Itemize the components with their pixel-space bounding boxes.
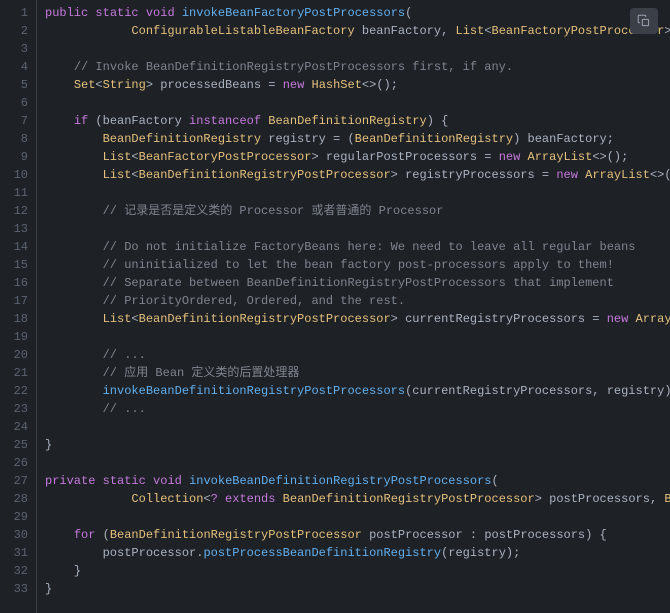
- line-number: 21: [4, 364, 28, 382]
- code-line: private static void invokeBeanDefinition…: [45, 472, 670, 490]
- code-line: // PriorityOrdered, Ordered, and the res…: [45, 292, 670, 310]
- line-number: 28: [4, 490, 28, 508]
- code-line: [45, 328, 670, 346]
- line-number: 23: [4, 400, 28, 418]
- code-line: // 记录是否是定义类的 Processor 或者普通的 Processor: [45, 202, 670, 220]
- code-line: invokeBeanDefinitionRegistryPostProcesso…: [45, 382, 670, 400]
- line-number: 25: [4, 436, 28, 454]
- line-number-gutter: 1234567891011121314151617181920212223242…: [0, 0, 36, 613]
- code-line: if (beanFactory instanceof BeanDefinitio…: [45, 112, 670, 130]
- line-number: 11: [4, 184, 28, 202]
- copy-icon: [637, 14, 651, 28]
- code-line: Collection<? extends BeanDefinitionRegis…: [45, 490, 670, 508]
- line-number: 7: [4, 112, 28, 130]
- copy-button[interactable]: [630, 8, 658, 34]
- code-line: [45, 40, 670, 58]
- line-number: 14: [4, 238, 28, 256]
- line-number: 18: [4, 310, 28, 328]
- code-line: [45, 220, 670, 238]
- code-line: // uninitialized to let the bean factory…: [45, 256, 670, 274]
- code-line: [45, 94, 670, 112]
- code-line: Set<String> processedBeans = new HashSet…: [45, 76, 670, 94]
- code-line: List<BeanDefinitionRegistryPostProcessor…: [45, 166, 670, 184]
- line-number: 33: [4, 580, 28, 598]
- line-number: 32: [4, 562, 28, 580]
- line-number: 3: [4, 40, 28, 58]
- code-line: [45, 508, 670, 526]
- line-number: 6: [4, 94, 28, 112]
- line-number: 12: [4, 202, 28, 220]
- line-number: 19: [4, 328, 28, 346]
- code-line: List<BeanDefinitionRegistryPostProcessor…: [45, 310, 670, 328]
- code-line: [45, 184, 670, 202]
- line-number: 27: [4, 472, 28, 490]
- code-line: postProcessor.postProcessBeanDefinitionR…: [45, 544, 670, 562]
- code-line: // 应用 Bean 定义类的后置处理器: [45, 364, 670, 382]
- code-line: [45, 418, 670, 436]
- line-number: 26: [4, 454, 28, 472]
- line-number: 31: [4, 544, 28, 562]
- line-number: 20: [4, 346, 28, 364]
- line-number: 13: [4, 220, 28, 238]
- code-line: for (BeanDefinitionRegistryPostProcessor…: [45, 526, 670, 544]
- line-number: 22: [4, 382, 28, 400]
- code-line: // Invoke BeanDefinitionRegistryPostProc…: [45, 58, 670, 76]
- line-number: 29: [4, 508, 28, 526]
- code-line: BeanDefinitionRegistry registry = (BeanD…: [45, 130, 670, 148]
- line-number: 4: [4, 58, 28, 76]
- line-number: 30: [4, 526, 28, 544]
- code-line: public static void invokeBeanFactoryPost…: [45, 4, 670, 22]
- code-line: List<BeanFactoryPostProcessor> regularPo…: [45, 148, 670, 166]
- line-number: 8: [4, 130, 28, 148]
- code-line: ConfigurableListableBeanFactory beanFact…: [45, 22, 670, 40]
- line-number: 15: [4, 256, 28, 274]
- code-line: [45, 454, 670, 472]
- line-number: 5: [4, 76, 28, 94]
- line-number: 9: [4, 148, 28, 166]
- code-line: // ...: [45, 346, 670, 364]
- line-number: 16: [4, 274, 28, 292]
- code-line: // Separate between BeanDefinitionRegist…: [45, 274, 670, 292]
- code-line: }: [45, 562, 670, 580]
- code-block: 1234567891011121314151617181920212223242…: [0, 0, 670, 613]
- code-line: // ...: [45, 400, 670, 418]
- code-line: }: [45, 580, 670, 598]
- line-number: 24: [4, 418, 28, 436]
- code-line: // Do not initialize FactoryBeans here: …: [45, 238, 670, 256]
- line-number: 10: [4, 166, 28, 184]
- code-area: public static void invokeBeanFactoryPost…: [36, 0, 670, 613]
- line-number: 17: [4, 292, 28, 310]
- line-number: 2: [4, 22, 28, 40]
- code-line: }: [45, 436, 670, 454]
- line-number: 1: [4, 4, 28, 22]
